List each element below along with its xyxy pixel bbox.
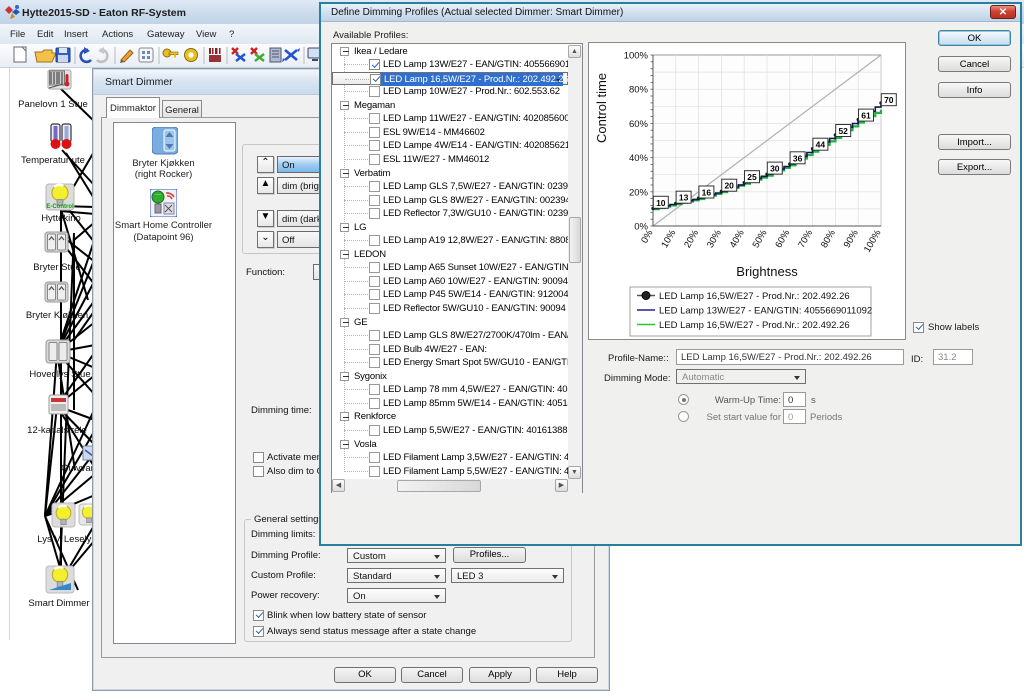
svg-text:52: 52 bbox=[838, 126, 848, 136]
svg-text:13: 13 bbox=[679, 193, 689, 203]
svg-text:100%: 100% bbox=[624, 51, 649, 62]
svg-text:61: 61 bbox=[861, 111, 871, 121]
svg-text:70: 70 bbox=[884, 95, 894, 105]
svg-text:30: 30 bbox=[770, 164, 780, 174]
svg-text:20%: 20% bbox=[629, 187, 649, 198]
svg-text:25: 25 bbox=[747, 172, 757, 182]
svg-text:36: 36 bbox=[793, 153, 803, 163]
svg-text:60%: 60% bbox=[629, 119, 649, 130]
svg-text:40%: 40% bbox=[629, 153, 649, 164]
svg-text:80%: 80% bbox=[629, 85, 649, 96]
svg-text:E-Control: E-Control bbox=[46, 204, 74, 210]
svg-text:Brightness: Brightness bbox=[736, 264, 798, 279]
svg-text:LED Lamp 13W/E27 - EAN/GTIN: 4: LED Lamp 13W/E27 - EAN/GTIN: 40556690110… bbox=[659, 306, 872, 317]
svg-text:20: 20 bbox=[724, 181, 734, 191]
svg-text:LED Lamp 16,5W/E27 - Prod.Nr.:: LED Lamp 16,5W/E27 - Prod.Nr.: 202.492.2… bbox=[659, 320, 850, 331]
svg-text:44: 44 bbox=[816, 140, 826, 150]
svg-text:16: 16 bbox=[702, 188, 712, 198]
svg-text:LED Lamp 16,5W/E27 - Prod.Nr.:: LED Lamp 16,5W/E27 - Prod.Nr.: 202.492.2… bbox=[659, 291, 850, 302]
svg-text:Control time: Control time bbox=[594, 73, 609, 143]
svg-text:10: 10 bbox=[656, 198, 666, 208]
